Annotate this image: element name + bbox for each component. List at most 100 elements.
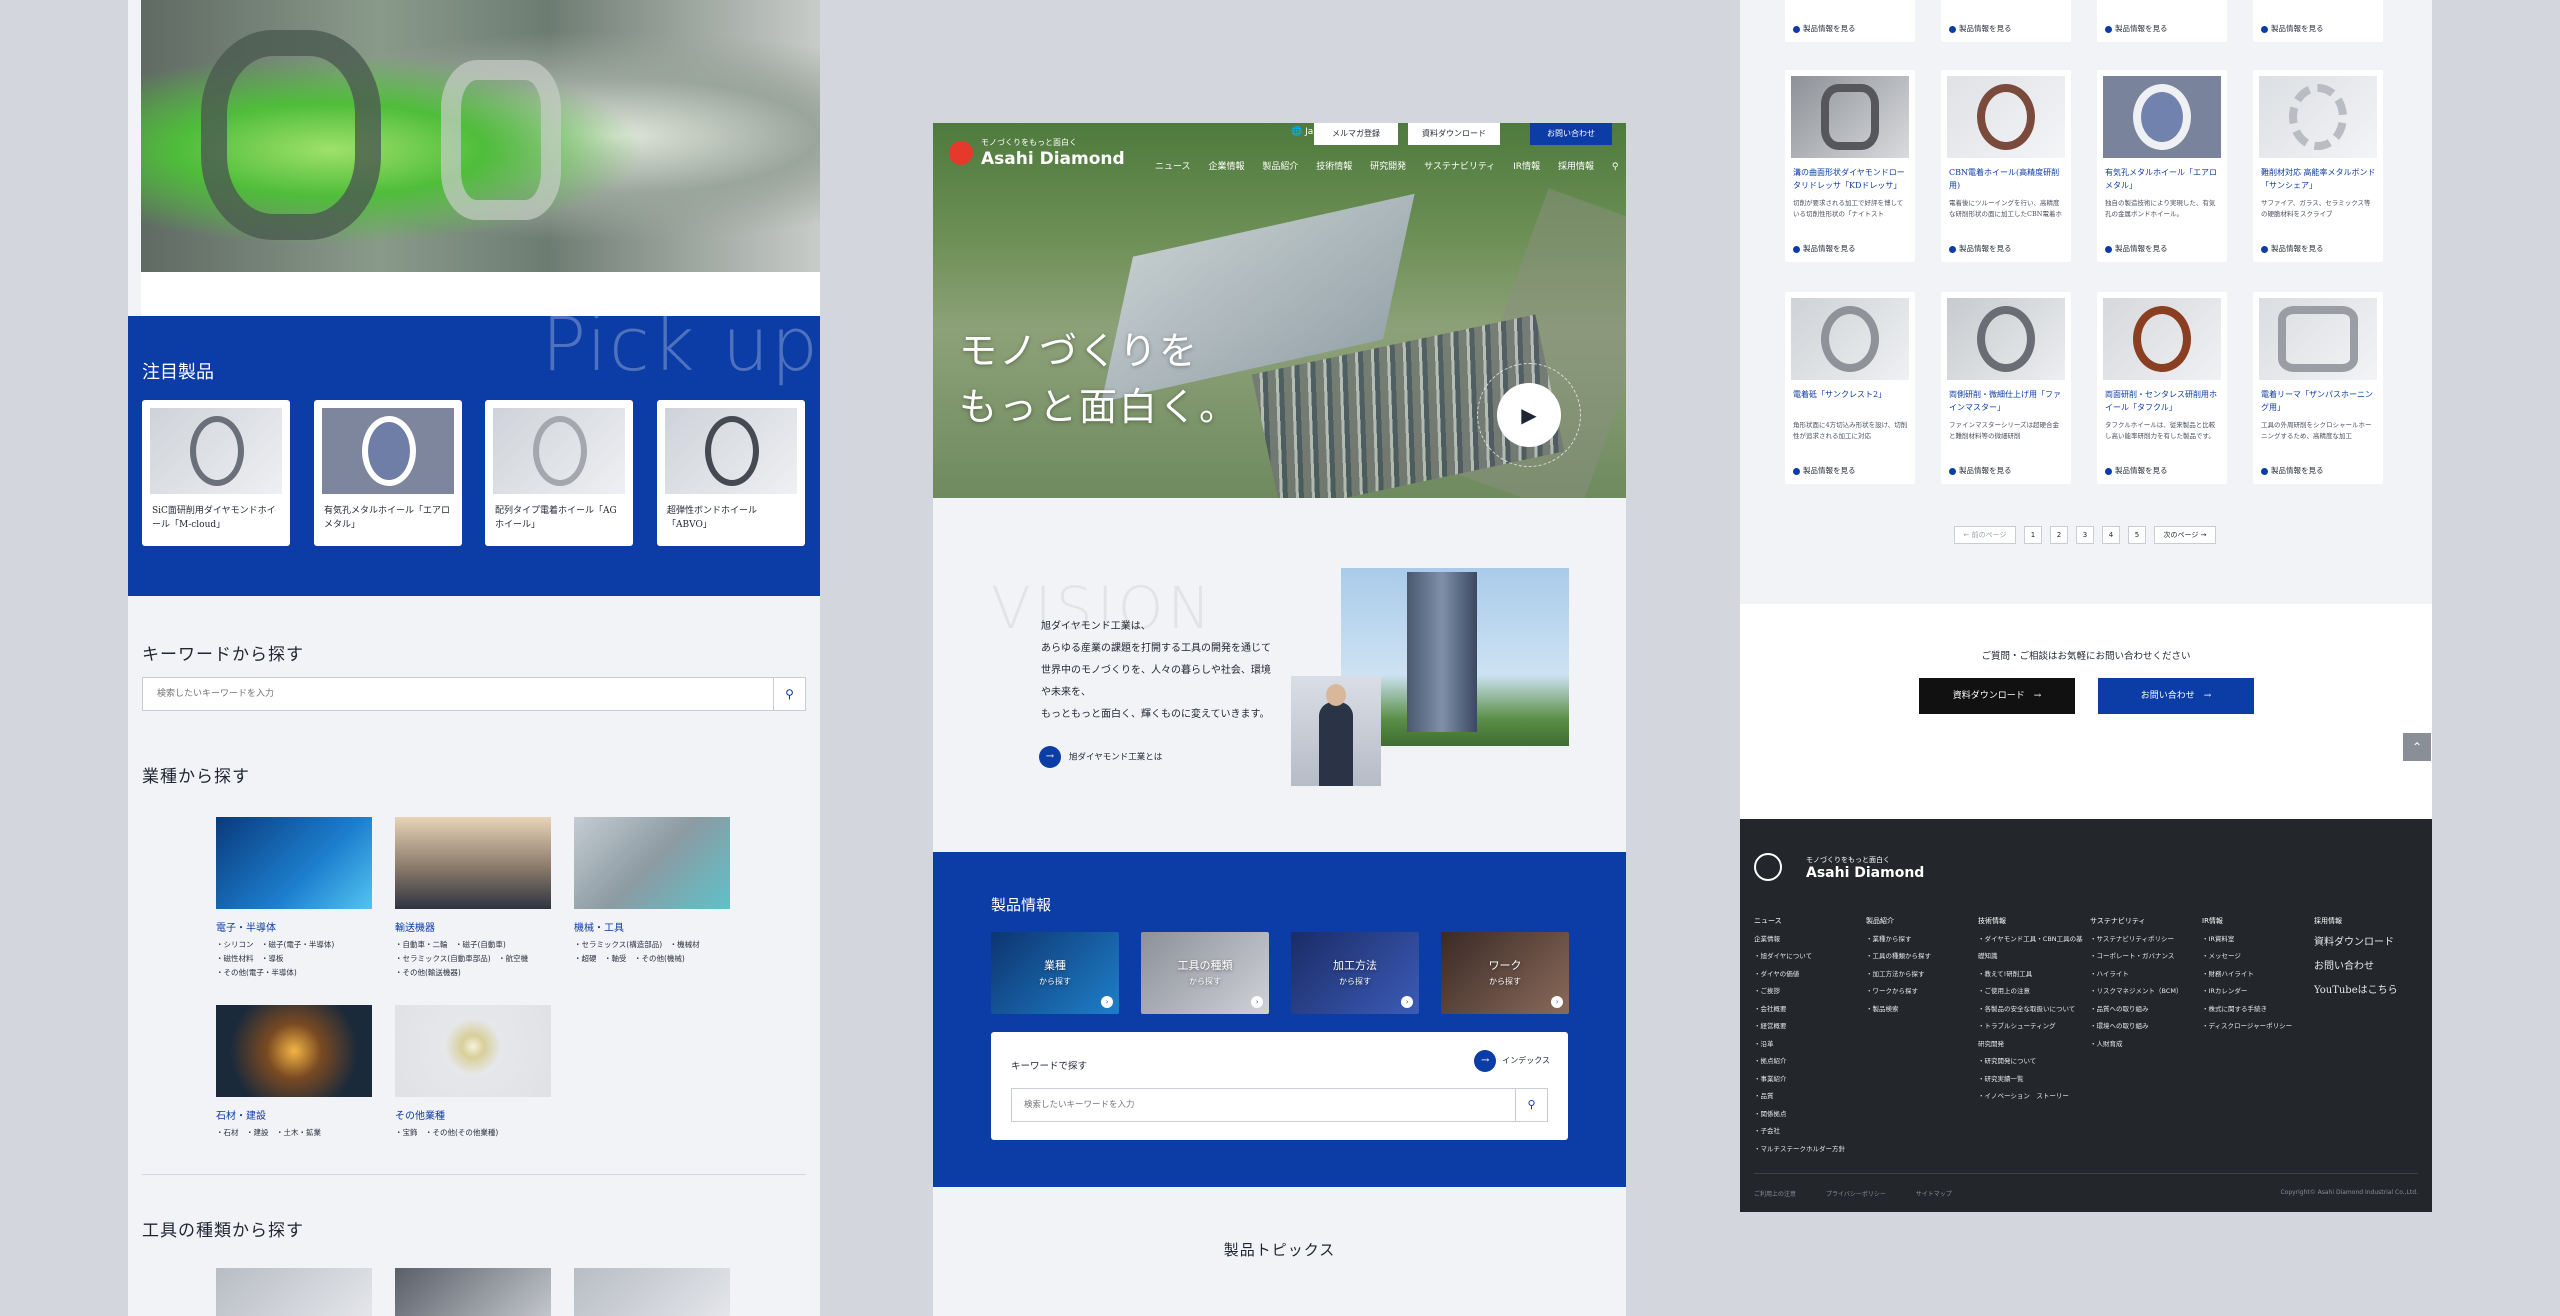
footer-link[interactable]: ・サステナビリティポリシー	[2090, 931, 2198, 949]
product-card[interactable]: CBN電着ホイール(高精度研削用) 電着後にツルーイングを行い、高精度な研削形状…	[1941, 70, 2071, 262]
nav-item[interactable]: 企業情報	[1208, 162, 1244, 172]
footer-link[interactable]: ・ご挨拶	[1754, 983, 1862, 1001]
industry-item[interactable]: その他業種 ・宝飾 ・その他(その他業種)	[395, 1005, 551, 1140]
product-card[interactable]: 製品情報を見る	[2097, 0, 2227, 42]
newsletter-button[interactable]: メルマガ登録	[1314, 123, 1398, 145]
footer-link[interactable]: サイトマップ	[1916, 1191, 1952, 1198]
product-link[interactable]: 製品情報を見る	[1793, 23, 1856, 34]
product-link[interactable]: 製品情報を見る	[1949, 243, 2012, 254]
pickup-card[interactable]: 配列タイプ電着ホイール「AGホイール」	[485, 400, 633, 546]
footer-link[interactable]: YouTubeはこちら	[2314, 979, 2422, 1003]
nav-item[interactable]: 研究開発	[1370, 162, 1406, 172]
product-card[interactable]: 製品情報を見る	[1785, 0, 1915, 42]
product-card[interactable]: 電着リーマ「ザンパスホーニング用」 工具の外周研削をシクロシャールホーニングする…	[2253, 292, 2383, 484]
product-link[interactable]: 製品情報を見る	[2261, 23, 2324, 34]
product-link[interactable]: 製品情報を見る	[2261, 465, 2324, 476]
footer-link[interactable]: ・品質	[1754, 1088, 1862, 1106]
next-page-button[interactable]: 次のページ →	[2154, 526, 2216, 544]
footer-link[interactable]: ・コーポレート・ガバナンス	[2090, 948, 2198, 966]
nav-item[interactable]: IR情報	[1513, 162, 1540, 172]
footer-link[interactable]: ・工具の種類から探す	[1866, 948, 1974, 966]
footer-link[interactable]: ・ダイヤモンド工具・CBN工具の基礎知識	[1978, 931, 2086, 966]
product-tile[interactable]: 工具の種類 から探す ›	[1141, 932, 1269, 1014]
product-card[interactable]: 製品情報を見る	[1941, 0, 2071, 42]
footer-link[interactable]: お問い合わせ	[2314, 955, 2422, 979]
footer-link[interactable]: ・ハイライト	[2090, 966, 2198, 984]
product-card[interactable]: 溝の曲面形状ダイヤモンドロータリドレッサ「KDドレッサ」 切削が要求される加工で…	[1785, 70, 1915, 262]
product-link[interactable]: 製品情報を見る	[1793, 243, 1856, 254]
footer-link[interactable]: ・ディスクロージャーポリシー	[2202, 1018, 2310, 1036]
nav-item[interactable]: 製品紹介	[1262, 162, 1298, 172]
footer-link[interactable]: ・マルチステークホルダー方針	[1754, 1141, 1862, 1159]
product-link[interactable]: 製品情報を見る	[2105, 23, 2168, 34]
vision-link[interactable]: → 旭ダイヤモンド工業とは	[1039, 746, 1162, 768]
industry-item[interactable]: 輸送機器 ・自動車・二輪 ・磁子(自動車) ・セラミックス(自動車部品) ・航空…	[395, 817, 551, 980]
footer-link[interactable]: ・ワークから探す	[1866, 983, 1974, 1001]
product-card[interactable]: 両側研削・微細仕上げ用「ファインマスター」 ファインマスターシリーズは超硬合金と…	[1941, 292, 2071, 484]
product-card[interactable]: 難削材対応 高能率メタルボンド「サンシェア」 サファイア、ガラス、セラミックス等…	[2253, 70, 2383, 262]
footer-heading[interactable]: 製品紹介	[1866, 913, 1974, 931]
footer-link[interactable]: ・株式に関する手続き	[2202, 1001, 2310, 1019]
footer-heading[interactable]: ニュース	[1754, 913, 1862, 931]
footer-link[interactable]: ・IR資料室	[2202, 931, 2310, 949]
page-button[interactable]: 5	[2128, 526, 2146, 544]
product-link[interactable]: 製品情報を見る	[2105, 465, 2168, 476]
page-button[interactable]: 1	[2024, 526, 2042, 544]
footer-link[interactable]: ・財務ハイライト	[2202, 966, 2310, 984]
product-card[interactable]: 電着砥「サンクレスト2」 角形状面に4方切込み形状を設け、切削性が追求される加工…	[1785, 292, 1915, 484]
footer-link[interactable]: ・会社概要	[1754, 1001, 1862, 1019]
tool-image[interactable]	[216, 1268, 372, 1316]
footer-link[interactable]: 資料ダウンロード	[2314, 931, 2422, 955]
contact-button[interactable]: お問い合わせ →	[2098, 678, 2254, 714]
download-button[interactable]: 資料ダウンロード	[1408, 123, 1500, 145]
footer-link[interactable]: ・品質への取り組み	[2090, 1001, 2198, 1019]
footer-link[interactable]: ・旭ダイヤについて	[1754, 948, 1862, 966]
footer-link[interactable]: ・教えて!研削工具	[1978, 966, 2086, 984]
tool-image[interactable]	[574, 1268, 730, 1316]
footer-heading[interactable]: 技術情報	[1978, 913, 2086, 931]
footer-link[interactable]: ・研究実績一覧	[1978, 1071, 2086, 1089]
footer-link[interactable]: ・沿革	[1754, 1036, 1862, 1054]
nav-item[interactable]: 技術情報	[1316, 162, 1352, 172]
footer-link[interactable]: ・事業紹介	[1754, 1071, 1862, 1089]
product-tile[interactable]: 業種 から探す ›	[991, 932, 1119, 1014]
nav-item[interactable]: 採用情報	[1558, 162, 1594, 172]
footer-link[interactable]: 研究開発	[1978, 1036, 2086, 1054]
pickup-card[interactable]: 超弾性ボンドホイール「ABVO」	[657, 400, 805, 546]
footer-link[interactable]: ご利用上の注意	[1754, 1191, 1796, 1198]
play-icon[interactable]: ▶	[1497, 383, 1561, 447]
product-tile[interactable]: 加工方法 から探す ›	[1291, 932, 1419, 1014]
pickup-card[interactable]: 有気孔メタルホイール「エアロメタル」	[314, 400, 462, 546]
footer-link[interactable]: ・リスクマネジメント（BCM）	[2090, 983, 2198, 1001]
page-button[interactable]: 3	[2076, 526, 2094, 544]
search-icon[interactable]: ⚲	[773, 678, 805, 710]
tool-image[interactable]	[395, 1268, 551, 1316]
chevron-up-icon[interactable]: ⌃	[2403, 733, 2431, 761]
footer-heading[interactable]: サステナビリティ	[2090, 913, 2198, 931]
footer-link[interactable]: ・子会社	[1754, 1123, 1862, 1141]
product-card[interactable]: 両面研削・センタレス研削用ホイール「タフクル」 タフクルホイールは、従来製品と比…	[2097, 292, 2227, 484]
footer-link[interactable]: ・人財育成	[2090, 1036, 2198, 1054]
product-link[interactable]: 製品情報を見る	[1949, 23, 2012, 34]
contact-button[interactable]: お問い合わせ	[1530, 123, 1612, 145]
footer-link[interactable]: ・関係拠点	[1754, 1106, 1862, 1124]
product-link[interactable]: 製品情報を見る	[2105, 243, 2168, 254]
footer-link[interactable]: ・製品検索	[1866, 1001, 1974, 1019]
footer-link[interactable]: ・研究開発について	[1978, 1053, 2086, 1071]
industry-item[interactable]: 石材・建設 ・石材 ・建設 ・土木・鉱業	[216, 1005, 372, 1140]
product-link[interactable]: 製品情報を見る	[1949, 465, 2012, 476]
download-button[interactable]: 資料ダウンロード →	[1919, 678, 2075, 714]
footer-link[interactable]: プライバシーポリシー	[1826, 1191, 1886, 1198]
footer-link[interactable]: ・加工方法から探す	[1866, 966, 1974, 984]
product-card[interactable]: 有気孔メタルホイール「エアロメタル」 独自の製造技術により実現した、有気孔の金属…	[2097, 70, 2227, 262]
keyword-input[interactable]	[143, 678, 773, 710]
page-button[interactable]: 4	[2102, 526, 2120, 544]
nav-item[interactable]: ニュース	[1155, 162, 1191, 172]
industry-item[interactable]: 電子・半導体 ・シリコン ・磁子(電子・半導体) ・磁性材料 ・導板 ・その他(…	[216, 817, 372, 980]
footer-link[interactable]: ・拠点紹介	[1754, 1053, 1862, 1071]
pickup-card[interactable]: SiC面研削用ダイヤモンドホイール「M-cloud」	[142, 400, 290, 546]
footer-link[interactable]: ・メッセージ	[2202, 948, 2310, 966]
footer-link[interactable]: ・ダイヤの価値	[1754, 966, 1862, 984]
prev-page-button[interactable]: ← 前のページ	[1954, 526, 2016, 544]
product-tile[interactable]: ワーク から探す ›	[1441, 932, 1569, 1014]
